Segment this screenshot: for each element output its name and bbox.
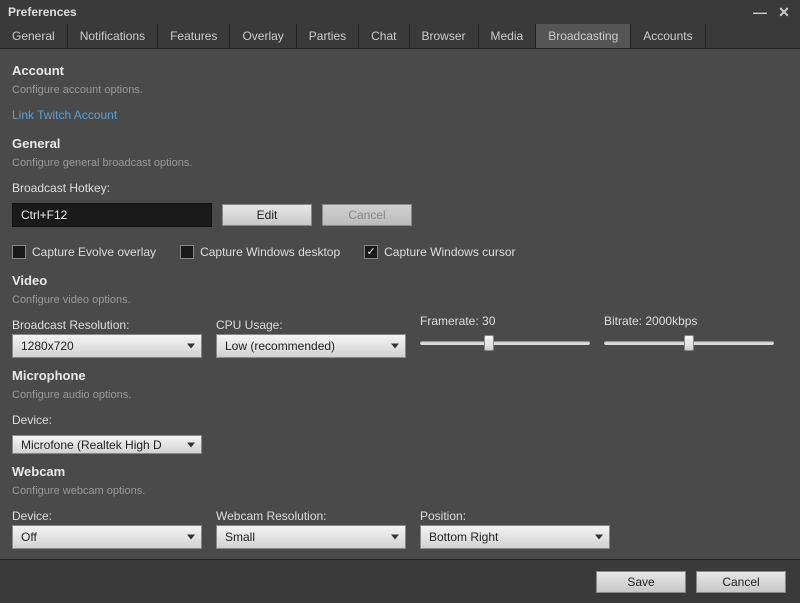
microphone-section-title: Microphone <box>12 368 788 383</box>
save-button[interactable]: Save <box>596 571 686 593</box>
broadcast-resolution-col: Broadcast Resolution: 1280x720 <box>12 314 202 358</box>
tab-chat[interactable]: Chat <box>359 24 409 48</box>
tab-general[interactable]: General <box>0 24 68 48</box>
broadcast-hotkey-label: Broadcast Hotkey: <box>12 181 788 195</box>
tab-broadcasting[interactable]: Broadcasting <box>536 24 631 48</box>
tab-media[interactable]: Media <box>479 24 537 48</box>
select-value: Off <box>21 530 37 544</box>
tab-overlay[interactable]: Overlay <box>230 24 296 48</box>
checkbox-label: Capture Windows desktop <box>200 245 340 259</box>
tab-accounts[interactable]: Accounts <box>631 24 705 48</box>
tab-features[interactable]: Features <box>158 24 230 48</box>
select-value: Small <box>225 530 255 544</box>
broadcast-resolution-select[interactable]: 1280x720 <box>12 334 202 358</box>
framerate-label: Framerate: 30 <box>420 314 590 328</box>
chevron-down-icon <box>187 344 195 349</box>
cpu-usage-select[interactable]: Low (recommended) <box>216 334 406 358</box>
select-value: Bottom Right <box>429 530 498 544</box>
broadcast-hotkey-input[interactable] <box>12 203 212 227</box>
framerate-slider[interactable] <box>420 334 590 352</box>
bitrate-slider[interactable] <box>604 334 774 352</box>
webcam-position-label: Position: <box>420 509 610 523</box>
bitrate-label: Bitrate: 2000kbps <box>604 314 774 328</box>
window-title: Preferences <box>8 5 77 19</box>
slider-thumb[interactable] <box>684 335 694 351</box>
cancel-button[interactable]: Cancel <box>696 571 786 593</box>
select-value: 1280x720 <box>21 339 74 353</box>
webcam-section-title: Webcam <box>12 464 788 479</box>
minimize-button[interactable]: — <box>752 4 768 21</box>
microphone-section-desc: Configure audio options. <box>12 389 788 401</box>
slider-track <box>420 341 590 345</box>
chevron-down-icon <box>187 442 195 447</box>
video-section-desc: Configure video options. <box>12 294 788 306</box>
microphone-device-select[interactable]: Microfone (Realtek High D <box>12 435 202 454</box>
tab-bar: GeneralNotificationsFeaturesOverlayParti… <box>0 24 800 49</box>
checkbox-label: Capture Evolve overlay <box>32 245 156 259</box>
tab-notifications[interactable]: Notifications <box>68 24 158 48</box>
chevron-down-icon <box>391 344 399 349</box>
webcam-resolution-select[interactable]: Small <box>216 525 406 549</box>
window-controls: — ✕ <box>752 4 792 21</box>
webcam-resolution-col: Webcam Resolution: Small <box>216 505 406 549</box>
titlebar: Preferences — ✕ <box>0 0 800 24</box>
checkbox-label: Capture Windows cursor <box>384 245 515 259</box>
webcam-device-col: Device: Off <box>12 505 202 549</box>
webcam-device-select[interactable]: Off <box>12 525 202 549</box>
chevron-down-icon <box>187 535 195 540</box>
account-section-desc: Configure account options. <box>12 84 788 96</box>
capture-windows-cursor-checkbox[interactable]: Capture Windows cursor <box>364 245 515 259</box>
cancel-hotkey-button: Cancel <box>322 204 412 226</box>
webcam-position-select[interactable]: Bottom Right <box>420 525 610 549</box>
general-section-desc: Configure general broadcast options. <box>12 157 788 169</box>
webcam-device-label: Device: <box>12 509 202 523</box>
tab-parties[interactable]: Parties <box>297 24 359 48</box>
content-area: Account Configure account options. Link … <box>0 49 800 559</box>
cpu-usage-col: CPU Usage: Low (recommended) <box>216 314 406 358</box>
chevron-down-icon <box>595 535 603 540</box>
hotkey-row: Edit Cancel <box>12 203 788 227</box>
slider-thumb[interactable] <box>484 335 494 351</box>
capture-evolve-overlay-checkbox[interactable]: Capture Evolve overlay <box>12 245 156 259</box>
general-section-title: General <box>12 136 788 151</box>
capture-options-row: Capture Evolve overlay Capture Windows d… <box>12 245 788 259</box>
tab-browser[interactable]: Browser <box>410 24 479 48</box>
chevron-down-icon <box>391 535 399 540</box>
account-section-title: Account <box>12 63 788 78</box>
capture-windows-desktop-checkbox[interactable]: Capture Windows desktop <box>180 245 340 259</box>
select-value: Microfone (Realtek High D <box>21 438 162 452</box>
webcam-position-col: Position: Bottom Right <box>420 505 610 549</box>
preferences-window: Preferences — ✕ GeneralNotificationsFeat… <box>0 0 800 603</box>
video-options-row: Broadcast Resolution: 1280x720 CPU Usage… <box>12 314 788 358</box>
webcam-section-desc: Configure webcam options. <box>12 485 788 497</box>
framerate-col: Framerate: 30 <box>420 314 590 352</box>
webcam-options-row: Device: Off Webcam Resolution: Small Pos… <box>12 505 788 549</box>
microphone-device-label: Device: <box>12 413 788 427</box>
video-section-title: Video <box>12 273 788 288</box>
cpu-usage-label: CPU Usage: <box>216 318 406 332</box>
edit-hotkey-button[interactable]: Edit <box>222 204 312 226</box>
checkbox-box <box>180 245 194 259</box>
select-value: Low (recommended) <box>225 339 335 353</box>
broadcast-resolution-label: Broadcast Resolution: <box>12 318 202 332</box>
link-twitch-account[interactable]: Link Twitch Account <box>12 108 788 122</box>
checkbox-box <box>364 245 378 259</box>
bitrate-col: Bitrate: 2000kbps <box>604 314 774 352</box>
close-button[interactable]: ✕ <box>776 4 792 21</box>
webcam-resolution-label: Webcam Resolution: <box>216 509 406 523</box>
footer: Save Cancel <box>0 559 800 603</box>
checkbox-box <box>12 245 26 259</box>
